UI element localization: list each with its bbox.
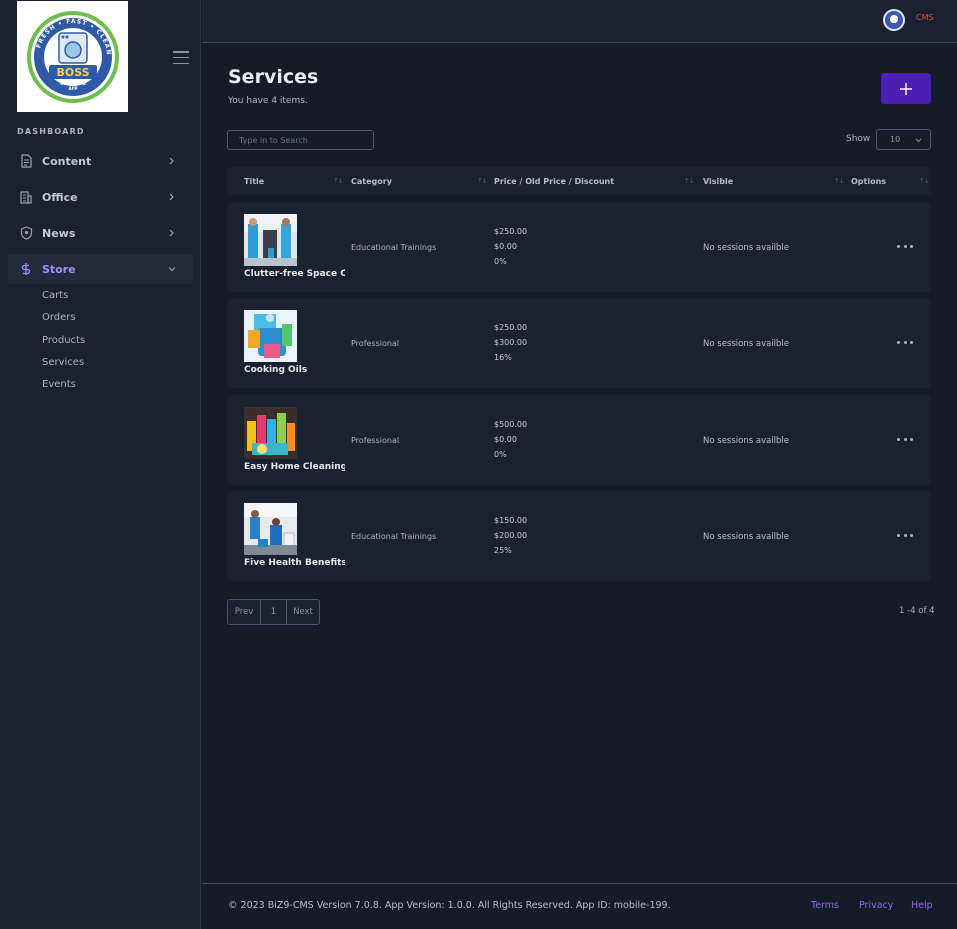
service-discount: 0% bbox=[494, 450, 507, 459]
service-title[interactable]: Five Health Benefits of Cleaning bbox=[244, 558, 345, 568]
sidebar-item-label: Office bbox=[42, 190, 78, 204]
service-discount: 16% bbox=[494, 353, 512, 362]
page-size-value: 10 bbox=[890, 135, 901, 144]
page-number-button[interactable]: 1 bbox=[260, 600, 286, 624]
menu-toggle-icon[interactable] bbox=[173, 51, 189, 64]
plus-icon bbox=[900, 82, 912, 95]
more-options-icon[interactable] bbox=[897, 241, 913, 251]
chevron-right-icon bbox=[167, 154, 177, 168]
sidebar-item-content[interactable]: Content bbox=[8, 146, 193, 176]
service-visibility: No sessions availble bbox=[703, 339, 790, 349]
footer-link-privacy[interactable]: Privacy bbox=[859, 900, 893, 911]
column-header-options[interactable]: Options bbox=[851, 177, 886, 186]
footer-link-help[interactable]: Help bbox=[911, 900, 933, 911]
chevron-down-icon bbox=[915, 134, 923, 146]
table-row: Five Health Benefits of Cleaning Educati… bbox=[227, 491, 931, 581]
logo-estd: ESTD bbox=[44, 56, 57, 62]
service-discount: 25% bbox=[494, 546, 512, 555]
logo-year: 2022 bbox=[88, 56, 101, 62]
sidebar-item-label: Store bbox=[42, 262, 76, 276]
sidebar-subitem-products[interactable]: Products bbox=[42, 335, 85, 346]
sidebar-item-label: Content bbox=[42, 154, 92, 168]
column-header-price[interactable]: Price / Old Price / Discount bbox=[494, 177, 614, 186]
footer-link-terms[interactable]: Terms bbox=[811, 900, 839, 911]
service-price: $250.00 bbox=[494, 227, 528, 236]
service-category: Educational Trainings bbox=[351, 243, 437, 252]
building-icon bbox=[18, 189, 34, 205]
add-service-button[interactable] bbox=[881, 73, 931, 104]
footer-copyright: © 2023 BiZ9-CMS Version 7.0.8. App Versi… bbox=[228, 900, 671, 911]
service-discount: 0% bbox=[494, 257, 507, 266]
shield-icon bbox=[18, 225, 34, 241]
sidebar-item-store[interactable]: Store bbox=[8, 254, 193, 284]
column-header-title[interactable]: Title bbox=[244, 177, 264, 186]
chevron-down-icon bbox=[167, 262, 177, 276]
more-options-icon[interactable] bbox=[897, 530, 913, 540]
sort-icon[interactable]: ↑↓ bbox=[333, 177, 344, 185]
search-input[interactable] bbox=[227, 130, 374, 150]
service-title[interactable]: Cooking Oils bbox=[244, 365, 345, 375]
service-old-price: $0.00 bbox=[494, 242, 517, 251]
dollar-icon bbox=[18, 261, 34, 277]
brand-logo[interactable]: BOSS CLEANING APP ESTD 2022 FRESH • FAST… bbox=[17, 1, 128, 112]
more-options-icon[interactable] bbox=[897, 337, 913, 347]
table-row: Clutter-free Space Cleaning Educational … bbox=[227, 202, 931, 292]
service-price: $250.00 bbox=[494, 323, 528, 332]
prev-page-button[interactable]: Prev bbox=[228, 600, 260, 624]
service-thumbnail[interactable] bbox=[244, 310, 297, 362]
sidebar: BOSS CLEANING APP ESTD 2022 FRESH • FAST… bbox=[0, 0, 201, 929]
service-price: $500.00 bbox=[494, 420, 528, 429]
service-price: $150.00 bbox=[494, 516, 528, 525]
sidebar-item-label: News bbox=[42, 226, 76, 240]
document-icon bbox=[18, 153, 34, 169]
next-page-button[interactable]: Next bbox=[286, 600, 319, 624]
table-header: Title ↑↓ Category ↑↓ Price / Old Price /… bbox=[227, 167, 931, 195]
service-old-price: $0.00 bbox=[494, 435, 517, 444]
sort-icon[interactable]: ↑↓ bbox=[684, 177, 695, 185]
service-thumbnail[interactable] bbox=[244, 407, 297, 459]
sort-icon[interactable]: ↑↓ bbox=[834, 177, 845, 185]
column-header-category[interactable]: Category bbox=[351, 177, 392, 186]
logo-brand-text: BOSS bbox=[56, 66, 89, 79]
table-row: Easy Home Cleaning Products Professional… bbox=[227, 395, 931, 485]
more-options-icon[interactable] bbox=[897, 434, 913, 444]
service-thumbnail[interactable] bbox=[244, 214, 297, 266]
service-old-price: $200.00 bbox=[494, 531, 528, 540]
sidebar-item-office[interactable]: Office bbox=[8, 182, 193, 212]
brand-logo-graphic: BOSS CLEANING APP ESTD 2022 FRESH • FAST… bbox=[26, 10, 119, 103]
show-label: Show bbox=[846, 134, 871, 144]
page-subtitle: You have 4 items. bbox=[228, 96, 308, 106]
cms-link[interactable]: CMS bbox=[916, 13, 934, 22]
service-category: Professional bbox=[351, 436, 400, 445]
service-category: Professional bbox=[351, 339, 400, 348]
pagination: Prev 1 Next bbox=[227, 599, 320, 625]
sidebar-subitem-carts[interactable]: Carts bbox=[42, 290, 68, 301]
page-title: Services bbox=[228, 66, 319, 88]
sidebar-section-label: DASHBOARD bbox=[17, 127, 85, 136]
table-row: Cooking Oils Professional $250.00 $300.0… bbox=[227, 298, 931, 388]
column-header-visible[interactable]: Visible bbox=[703, 177, 733, 186]
chevron-right-icon bbox=[167, 190, 177, 204]
sidebar-subitem-services[interactable]: Services bbox=[42, 357, 84, 368]
top-header bbox=[202, 0, 957, 43]
service-title[interactable]: Easy Home Cleaning Products bbox=[244, 462, 345, 472]
service-thumbnail[interactable] bbox=[244, 503, 297, 555]
sidebar-item-news[interactable]: News bbox=[8, 218, 193, 248]
user-avatar[interactable] bbox=[883, 9, 905, 31]
page-size-select[interactable]: 10 bbox=[876, 129, 931, 150]
pagination-count: 1 -4 of 4 bbox=[899, 606, 935, 616]
sidebar-subitem-events[interactable]: Events bbox=[42, 379, 76, 390]
sidebar-subitem-orders[interactable]: Orders bbox=[42, 312, 76, 323]
service-title[interactable]: Clutter-free Space Cleaning bbox=[244, 269, 345, 279]
service-visibility: No sessions availble bbox=[703, 436, 790, 446]
logo-tagline-app: APP bbox=[68, 86, 77, 91]
service-visibility: No sessions availble bbox=[703, 243, 790, 253]
service-category: Educational Trainings bbox=[351, 532, 437, 541]
service-old-price: $300.00 bbox=[494, 338, 528, 347]
sort-icon[interactable]: ↑↓ bbox=[477, 177, 488, 185]
sort-icon[interactable]: ↑↓ bbox=[919, 177, 930, 185]
service-visibility: No sessions availble bbox=[703, 532, 790, 542]
chevron-right-icon bbox=[167, 226, 177, 240]
